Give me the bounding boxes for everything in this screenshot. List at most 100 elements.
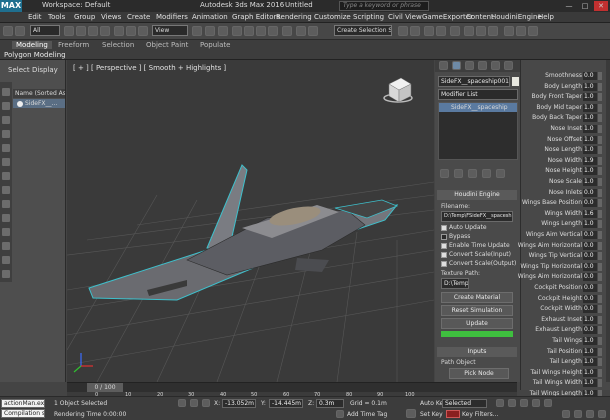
spinner-arrows-icon[interactable] bbox=[598, 305, 602, 314]
spinner-arrows-icon[interactable] bbox=[598, 135, 602, 144]
parameter-value-field[interactable]: 1.0 bbox=[583, 125, 597, 133]
ribbon-subtitle[interactable]: Polygon Modeling bbox=[4, 51, 66, 59]
visibility-bulb-icon[interactable] bbox=[17, 100, 23, 107]
spinner-arrows-icon[interactable] bbox=[598, 103, 602, 112]
explorer-tab-display[interactable]: Display bbox=[32, 66, 58, 74]
convert-scale-output-checkbox[interactable]: Convert Scale(Output) bbox=[441, 260, 516, 267]
edit-named-selections-icon[interactable] bbox=[282, 26, 292, 36]
parameter-value-field[interactable]: 1.0 bbox=[583, 379, 597, 388]
menu-rendering[interactable]: Rendering bbox=[276, 13, 312, 21]
select-rotate-icon[interactable] bbox=[126, 26, 136, 36]
viewport-label-menu[interactable]: [ + ] [ Perspective ] [ Smooth + Highlig… bbox=[73, 64, 226, 72]
tab-selection[interactable]: Selection bbox=[102, 41, 134, 49]
parameter-value-field[interactable]: 0.0 bbox=[583, 241, 597, 250]
object-name-field[interactable]: SideFX__spaceship001 bbox=[438, 76, 510, 87]
minimize-button[interactable]: — bbox=[562, 1, 576, 11]
filename-field[interactable]: D:\Temp\FSideFX__spaceship bbox=[441, 211, 513, 222]
transform-type-in-icon[interactable] bbox=[202, 399, 210, 407]
spinner-arrows-icon[interactable] bbox=[598, 379, 602, 388]
mirror-icon[interactable] bbox=[296, 26, 306, 36]
add-time-tag[interactable]: Add Time Tag bbox=[347, 411, 387, 418]
filter-geometry-icon[interactable] bbox=[2, 88, 10, 96]
parameter-value-field[interactable]: 1.0 bbox=[583, 337, 597, 345]
maxscript-listener-input[interactable]: actionMan.execut bbox=[1, 399, 45, 408]
parameter-value-field[interactable]: 1.0 bbox=[583, 220, 597, 229]
parameter-value-field[interactable]: 1.0 bbox=[583, 178, 597, 186]
spinner-arrows-icon[interactable] bbox=[598, 146, 602, 155]
rendered-frame-window-icon[interactable] bbox=[476, 26, 486, 36]
object-color-swatch[interactable] bbox=[512, 77, 519, 86]
parameter-value-field[interactable]: 1.0 bbox=[583, 315, 597, 324]
tab-populate[interactable]: Populate bbox=[200, 41, 230, 49]
spinner-arrows-icon[interactable] bbox=[598, 209, 602, 218]
select-scale-icon[interactable] bbox=[138, 26, 148, 36]
isolate-selection-icon[interactable] bbox=[178, 399, 186, 407]
make-unique-icon[interactable] bbox=[468, 169, 477, 178]
menu-edit[interactable]: Edit bbox=[28, 13, 42, 21]
spinner-arrows-icon[interactable] bbox=[598, 315, 602, 324]
explorer-row[interactable]: SideFX__... bbox=[13, 99, 65, 108]
configure-sets-icon[interactable] bbox=[496, 169, 505, 178]
modify-tab-icon[interactable] bbox=[452, 61, 461, 70]
menu-views[interactable]: Views bbox=[101, 13, 121, 21]
pivot-center-icon[interactable] bbox=[192, 26, 202, 36]
search-input[interactable]: Type a keyword or phrase bbox=[339, 1, 429, 11]
time-slider-track[interactable]: 0 / 100 bbox=[67, 383, 517, 392]
filter-groups-icon[interactable] bbox=[2, 172, 10, 180]
parameter-value-field[interactable]: 0.0 bbox=[583, 199, 597, 208]
viewcube[interactable] bbox=[383, 77, 413, 103]
key-icon[interactable] bbox=[446, 410, 460, 418]
snaps-toggle-icon[interactable] bbox=[232, 26, 242, 36]
parameter-value-field[interactable]: 1.0 bbox=[583, 135, 597, 144]
houdini-engine-rollout-title[interactable]: Houdini Engine bbox=[437, 190, 517, 200]
add-time-tag-icon[interactable] bbox=[336, 410, 344, 418]
rectangular-selection-icon[interactable] bbox=[88, 26, 98, 36]
y-coordinate-field[interactable]: -14.445m bbox=[269, 399, 303, 408]
menu-modifiers[interactable]: Modifiers bbox=[156, 13, 188, 21]
percent-snap-icon[interactable] bbox=[256, 26, 266, 36]
spinner-arrows-icon[interactable] bbox=[598, 284, 602, 292]
parameter-value-field[interactable]: 1.6 bbox=[583, 209, 597, 218]
parameter-value-field[interactable]: 1.0 bbox=[583, 82, 597, 91]
houdini-asset-icon[interactable] bbox=[516, 26, 526, 36]
keyboard-shortcut-icon[interactable] bbox=[218, 26, 228, 36]
menu-houdiniengine[interactable]: HoudiniEngine bbox=[491, 13, 542, 21]
selection-filter-dropdown[interactable]: All bbox=[30, 25, 60, 36]
curve-editor-icon[interactable] bbox=[424, 26, 434, 36]
bypass-checkbox[interactable]: Bypass bbox=[441, 233, 470, 240]
auto-update-checkbox[interactable]: Auto Update bbox=[441, 224, 487, 231]
parameter-value-field[interactable]: 0.0 bbox=[583, 294, 597, 303]
enable-time-update-checkbox[interactable]: Enable Time Update bbox=[441, 242, 510, 249]
menu-group[interactable]: Group bbox=[74, 13, 95, 21]
app-logo[interactable]: MAX bbox=[0, 0, 22, 12]
spinner-arrows-icon[interactable] bbox=[598, 167, 602, 176]
display-tab-icon[interactable] bbox=[491, 61, 500, 70]
maximize-viewport-icon[interactable] bbox=[598, 410, 606, 418]
spinner-arrows-icon[interactable] bbox=[598, 82, 602, 91]
undo-icon[interactable] bbox=[3, 26, 13, 36]
select-move-icon[interactable] bbox=[114, 26, 124, 36]
close-button[interactable]: ✕ bbox=[594, 1, 608, 11]
filter-shapes-icon[interactable] bbox=[2, 102, 10, 110]
set-key-icon[interactable] bbox=[406, 409, 416, 418]
reset-simulation-button[interactable]: Reset Simulation bbox=[441, 305, 513, 316]
explorer-tab-select[interactable]: Select bbox=[8, 66, 30, 74]
spinner-arrows-icon[interactable] bbox=[598, 368, 602, 377]
houdini-options-icon[interactable] bbox=[528, 26, 538, 36]
zoom-icon[interactable] bbox=[562, 410, 570, 418]
perspective-viewport[interactable]: [ + ] [ Perspective ] [ Smooth + Highlig… bbox=[67, 60, 434, 382]
spinner-arrows-icon[interactable] bbox=[598, 178, 602, 186]
spinner-arrows-icon[interactable] bbox=[598, 358, 602, 367]
filter-none-icon[interactable] bbox=[2, 270, 10, 278]
spinner-arrows-icon[interactable] bbox=[598, 294, 602, 303]
menu-help[interactable]: Help bbox=[538, 13, 554, 21]
go-to-end-icon[interactable] bbox=[544, 399, 552, 407]
x-coordinate-field[interactable]: -13.052m bbox=[222, 399, 256, 408]
utilities-tab-icon[interactable] bbox=[504, 61, 513, 70]
spinner-arrows-icon[interactable] bbox=[598, 156, 602, 165]
parameter-value-field[interactable]: 0.0 bbox=[583, 326, 597, 335]
time-slider-handle[interactable]: 0 / 100 bbox=[87, 383, 123, 392]
play-icon[interactable] bbox=[520, 399, 528, 407]
maximize-button[interactable]: □ bbox=[578, 1, 592, 11]
scene-explorer-icon[interactable] bbox=[398, 26, 408, 36]
